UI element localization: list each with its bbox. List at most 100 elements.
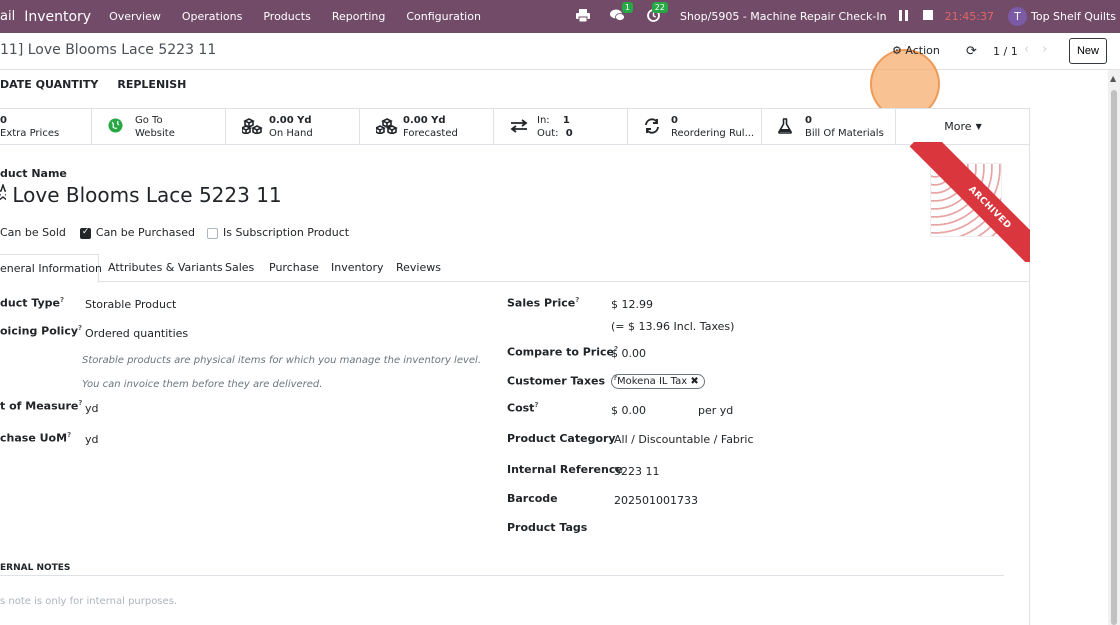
update-quantity-button[interactable]: DATE QUANTITY — [0, 78, 98, 91]
refresh-cycle-icon — [644, 118, 660, 138]
reordering-label: Reordering Rul... — [671, 128, 755, 139]
tab-reviews[interactable]: Reviews — [396, 261, 441, 274]
tab-sales[interactable]: Sales — [225, 261, 254, 274]
go-to-website-button[interactable]: Go To Website — [92, 108, 226, 145]
exchange-icon — [510, 118, 528, 137]
reordering-count: 0 — [671, 115, 678, 126]
shop-session[interactable]: Shop/5905 - Machine Repair Check-In — [680, 10, 887, 23]
chevron-left-icon[interactable]: ‹ — [1024, 42, 1029, 57]
header-buttons: DATE QUANTITY REPLENISH — [0, 72, 205, 96]
in-value: 1 — [562, 115, 570, 126]
app-name[interactable]: Inventory — [24, 9, 91, 25]
barcode-value[interactable]: 202501001733 — [614, 494, 698, 507]
uom-value[interactable]: yd — [85, 402, 99, 415]
in-label: In: — [537, 115, 550, 126]
cost-per-unit: per yd — [698, 404, 734, 417]
product-name-label: duct Name — [0, 167, 67, 180]
remove-tag-icon[interactable]: ✖ — [690, 376, 698, 387]
menu-configuration[interactable]: Configuration — [406, 10, 481, 23]
control-panel: 11] Love Blooms Lace 5223 11 ⚙ Action ⟳ … — [0, 33, 1120, 119]
menu-overview[interactable]: Overview — [109, 10, 161, 23]
is-subscription-label[interactable]: Is Subscription Product — [223, 226, 349, 239]
is-subscription-checkbox[interactable] — [206, 228, 218, 239]
barcode-label: Barcode — [507, 492, 558, 505]
activity-badge: 22 — [651, 1, 668, 13]
customer-taxes-label: Customer Taxes? — [507, 374, 618, 388]
product-type-hint: Storable products are physical items for… — [82, 355, 482, 366]
on-hand-value: 0.00 Yd — [269, 115, 312, 126]
product-name: Love Blooms Lace 5223 11 — [12, 183, 282, 207]
can-be-purchased-checkbox[interactable] — [79, 227, 91, 239]
bom-button[interactable]: 0 Bill Of Materials — [762, 108, 896, 145]
extra-prices-label: Extra Prices — [0, 128, 60, 139]
action-button[interactable]: ⚙ Action — [892, 44, 940, 57]
on-hand-button[interactable]: 0.00 Yd On Hand — [226, 108, 360, 145]
invoicing-policy-value[interactable]: Ordered quantities — [85, 327, 188, 340]
stop-icon[interactable] — [922, 10, 933, 23]
avatar[interactable]: T — [1008, 7, 1027, 26]
new-button[interactable]: New — [1069, 38, 1107, 64]
tab-general-information[interactable]: eneral Information — [0, 254, 102, 283]
activity-clock-icon[interactable]: 22 — [647, 1, 668, 25]
menu-products[interactable]: Products — [263, 10, 311, 23]
scroll-thumb[interactable] — [1111, 90, 1117, 625]
pager-value[interactable]: 1 / 1 — [993, 45, 1018, 58]
in-out-button[interactable]: In: 1 Out: 0 — [494, 108, 628, 145]
tax-tag-label: Mokena IL Tax — [617, 376, 688, 387]
product-tags-label: Product Tags — [507, 521, 588, 534]
can-be-sold-label[interactable]: Can be Sold — [0, 226, 66, 239]
gear-icon: ⚙ — [892, 44, 902, 57]
extra-prices-button[interactable]: 0 Extra Prices — [0, 108, 92, 145]
internal-reference-value[interactable]: 5223 11 — [614, 465, 660, 478]
scroll-up-icon[interactable]: ▲ — [1110, 74, 1116, 83]
can-be-purchased-label[interactable]: Can be Purchased — [96, 226, 195, 239]
cost-label: Cost? — [507, 401, 539, 415]
reordering-rules-button[interactable]: 0 Reordering Rul... — [628, 108, 762, 145]
more-button[interactable]: More ▼ — [896, 108, 1030, 145]
archived-ribbon: ARCHIVED — [908, 142, 1030, 262]
refresh-icon[interactable]: ⟳ — [966, 44, 977, 59]
forecasted-button[interactable]: 0.00 Yd Forecasted — [360, 108, 494, 145]
tax-tag[interactable]: Mokena IL Tax ✖ — [611, 374, 705, 389]
menu-operations[interactable]: Operations — [182, 10, 242, 23]
chevron-right-icon[interactable]: › — [1042, 42, 1047, 57]
product-name-field[interactable]: Love Blooms Lace 5223 11 — [0, 183, 282, 207]
product-checkboxes: Can be Sold Can be Purchased Is Subscrip… — [0, 226, 349, 239]
product-type-value[interactable]: Storable Product — [85, 298, 176, 311]
compare-price-value[interactable]: $ 0.00 — [611, 347, 646, 360]
breadcrumb: 11] Love Blooms Lace 5223 11 — [0, 42, 217, 58]
product-type-label: duct Type? — [0, 296, 65, 310]
internal-reference-label: Internal Reference — [507, 463, 623, 476]
action-label: Action — [905, 44, 940, 57]
pause-icon[interactable] — [898, 9, 908, 24]
invoicing-hint: You can invoice them before they are del… — [82, 379, 323, 390]
purchase-uom-value[interactable]: yd — [85, 433, 99, 446]
tab-attributes-variants[interactable]: Attributes & Variants — [108, 261, 223, 274]
printer-icon[interactable] — [575, 8, 590, 25]
out-value: 0 — [565, 128, 573, 139]
tab-purchase[interactable]: Purchase — [269, 261, 319, 274]
chat-icon[interactable]: 1 — [609, 1, 633, 25]
star-icon[interactable] — [0, 183, 6, 207]
cubes-icon — [240, 118, 264, 138]
product-category-value[interactable]: All / Discountable / Fabric — [614, 433, 754, 446]
replenish-button[interactable]: REPLENISH — [117, 78, 186, 91]
company-name[interactable]: Top Shelf Quilts — [1031, 10, 1116, 23]
flask-icon — [778, 118, 792, 138]
compare-price-label: Compare to Price? — [507, 345, 619, 359]
sales-price-value[interactable]: $ 12.99 — [611, 298, 653, 311]
menu-reporting[interactable]: Reporting — [332, 10, 385, 23]
app-switcher-prev[interactable]: ail — [0, 9, 15, 24]
website-line2: Website — [135, 128, 175, 139]
vertical-scrollbar[interactable]: ▲ — [1108, 70, 1120, 625]
incl-taxes-value: (= $ 13.96 Incl. Taxes) — [611, 320, 735, 333]
internal-notes-input[interactable]: s note is only for internal purposes. — [0, 596, 177, 607]
tab-inventory[interactable]: Inventory — [331, 261, 384, 274]
form-tabs: eneral Information Attributes & Variants… — [0, 254, 1030, 283]
more-label: More — [944, 120, 972, 133]
cost-value[interactable]: $ 0.00 — [611, 404, 646, 417]
cubes-forecast-icon — [374, 118, 398, 138]
globe-icon — [108, 118, 123, 137]
out-label: Out: — [537, 128, 559, 139]
internal-notes-title: ERNAL NOTES — [0, 563, 71, 573]
